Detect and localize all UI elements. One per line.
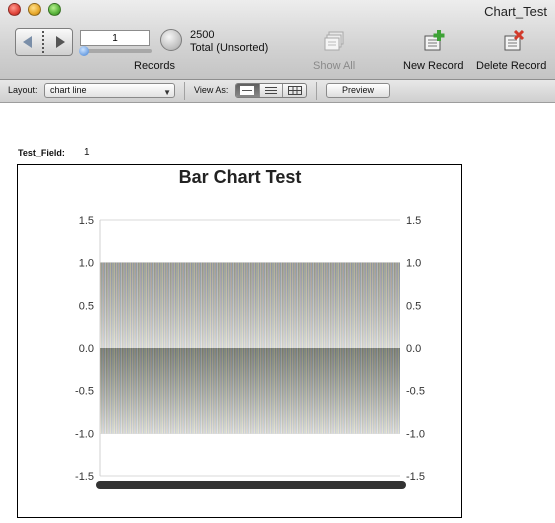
- window-toolbar: Chart_Test 2500 Total (Unsorted) Records…: [0, 0, 555, 80]
- y-tick-label-right: 1.0: [406, 258, 421, 270]
- y-tick-label-left: -1.5: [75, 471, 94, 483]
- y-tick-label-right: 0.5: [406, 300, 421, 312]
- record-status: Total (Unsorted): [190, 42, 269, 54]
- new-record-icon[interactable]: [423, 30, 445, 52]
- next-record-arrow-icon[interactable]: [56, 36, 65, 48]
- window-title: Chart_Test: [484, 4, 547, 19]
- close-window-button[interactable]: [8, 3, 21, 16]
- view-as-table-icon[interactable]: [283, 84, 306, 97]
- view-as-form-icon[interactable]: [236, 84, 260, 97]
- zoom-window-button[interactable]: [48, 3, 61, 16]
- view-as-segmented-control[interactable]: [235, 83, 307, 98]
- minimize-window-button[interactable]: [28, 3, 41, 16]
- delete-record-button[interactable]: Delete Record: [476, 60, 546, 72]
- y-tick-label-left: -1.0: [75, 428, 94, 440]
- view-as-label: View As:: [194, 85, 229, 95]
- layout-select-value: chart line: [50, 85, 87, 95]
- y-tick-label-left: 0.0: [79, 343, 94, 355]
- previous-record-arrow-icon[interactable]: [23, 36, 32, 48]
- preview-button[interactable]: Preview: [326, 83, 390, 98]
- new-record-button[interactable]: New Record: [403, 60, 464, 72]
- chevron-down-icon: ▼: [163, 88, 171, 97]
- chart-container: Bar Chart Test 1.5 1.0 0.5 0.0 -0.5 -1.0 -1.5 …: [17, 164, 462, 518]
- record-navigator-book-icon[interactable]: [15, 28, 73, 56]
- y-tick-label-right: 0.0: [406, 343, 421, 355]
- y-tick-label-right: -1.5: [406, 471, 425, 483]
- y-tick-label-left: 1.0: [79, 258, 94, 270]
- show-all-icon[interactable]: [324, 30, 346, 52]
- horizontal-scrollbar[interactable]: [96, 481, 406, 489]
- record-slider[interactable]: [79, 46, 152, 56]
- bar-chart: Bar Chart Test 1.51.00.50.0-0.5-1.0-1.5 …: [75, 167, 425, 489]
- record-count-display: 2500 Total (Unsorted): [190, 29, 268, 55]
- layout-bar: Layout: chart line ▼ View As: Preview: [0, 80, 555, 103]
- bar-shading: [100, 262, 400, 348]
- y-tick-label-left: 1.5: [79, 215, 94, 227]
- chart-title: Bar Chart Test: [179, 167, 302, 187]
- view-as-list-icon[interactable]: [260, 84, 284, 97]
- layout-label: Layout:: [8, 85, 38, 95]
- show-all-button[interactable]: Show All: [313, 60, 355, 72]
- toolbar-divider: [316, 82, 317, 100]
- book-ring-icon: [42, 31, 47, 53]
- test-field-value[interactable]: 1: [84, 147, 90, 158]
- y-tick-label-left: -0.5: [75, 386, 94, 398]
- y-tick-label-left: 0.5: [79, 300, 94, 312]
- layout-select[interactable]: chart line ▼: [44, 83, 175, 98]
- y-tick-label-right: -0.5: [406, 386, 425, 398]
- y-tick-label-right: -1.0: [406, 428, 425, 440]
- test-field-label: Test_Field:: [18, 148, 65, 158]
- delete-record-icon[interactable]: [503, 30, 525, 52]
- y-tick-label-right: 1.5: [406, 215, 421, 227]
- toolbar-divider: [184, 82, 185, 100]
- record-count: 2500: [190, 29, 215, 41]
- records-label: Records: [134, 60, 175, 72]
- record-slider-thumb[interactable]: [79, 46, 89, 56]
- record-pie-icon: [160, 29, 182, 51]
- current-record-input[interactable]: [80, 30, 150, 46]
- bar-shading: [100, 348, 400, 434]
